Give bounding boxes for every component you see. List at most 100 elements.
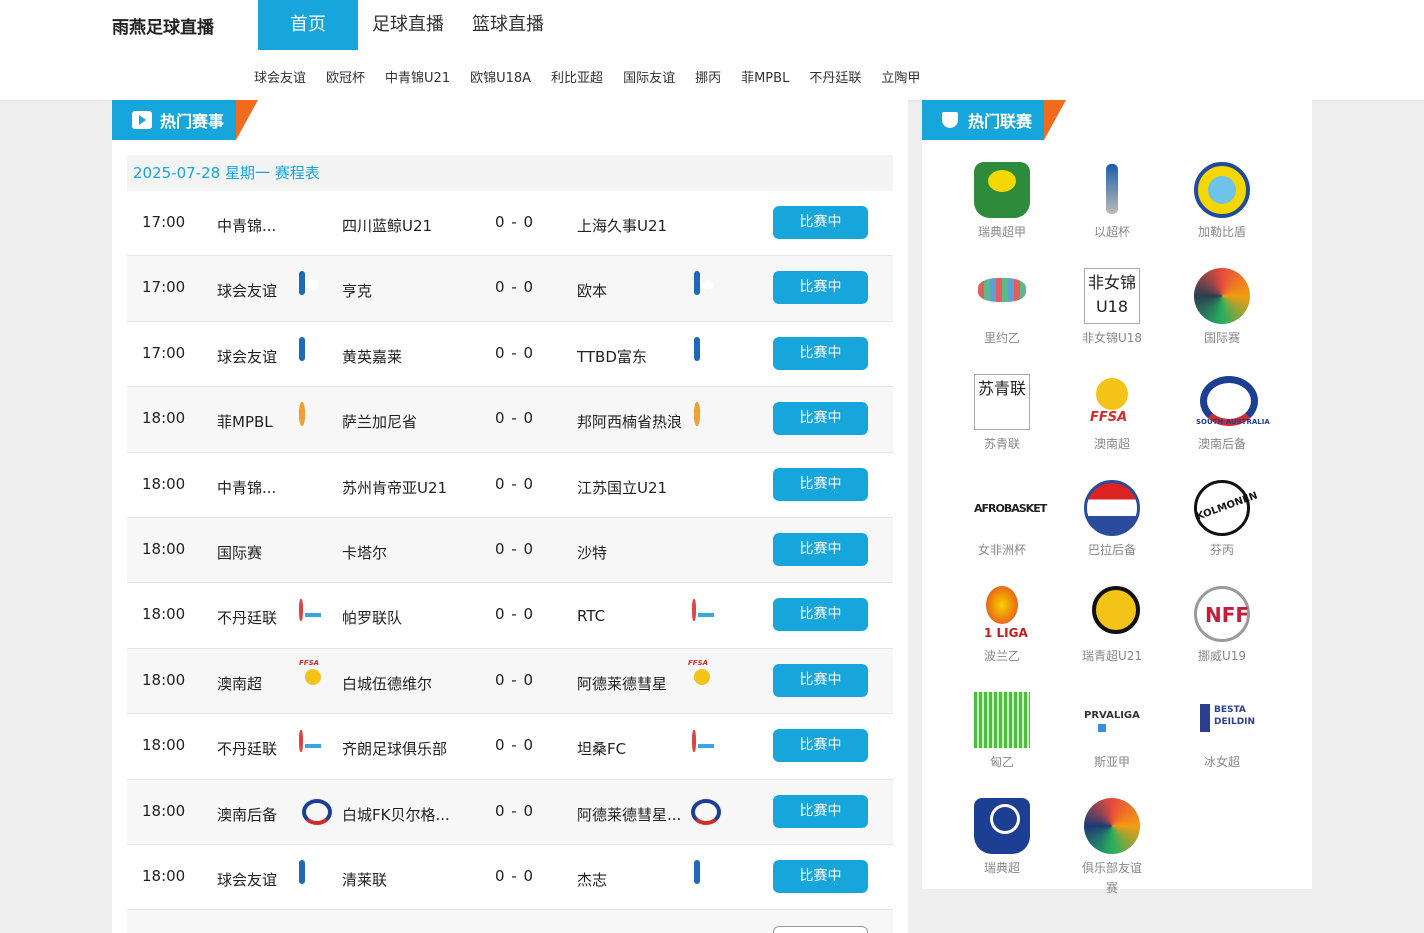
league-logo [974,586,1030,642]
match-status-button[interactable] [773,926,868,933]
league-logo [1084,374,1140,430]
match-league[interactable]: 不丹廷联 [217,607,297,628]
match-league[interactable]: 中青锦... [217,477,297,498]
match-league[interactable]: 球会友谊 [217,346,297,367]
league-item[interactable]: 以超杯 [1057,162,1167,242]
match-status-button[interactable]: 比赛中 [773,663,868,697]
match-league[interactable]: 球会友谊 [217,869,297,890]
match-status-button[interactable]: 比赛中 [773,402,868,436]
league-item[interactable]: 斯亚甲 [1057,692,1167,772]
league-item[interactable]: 挪威U19 [1167,586,1277,666]
away-team[interactable]: 杰志 [577,869,607,890]
away-team[interactable]: 上海久事U21 [577,215,667,236]
league-item[interactable]: 国际赛 [1167,268,1277,348]
match-status-button[interactable]: 比赛中 [773,336,868,370]
match-row[interactable]: 18:00 澳南后备 白城FK贝尔格... 0 - 0 阿德莱德彗星... 比赛中 [127,779,893,845]
home-team[interactable]: 萨兰加尼省 [342,411,417,432]
home-team[interactable]: 白城FK贝尔格... [342,804,450,825]
home-team[interactable]: 齐朗足球俱乐部 [342,738,447,759]
match-status-button[interactable]: 比赛中 [773,794,868,828]
league-item[interactable]: 澳南后备 [1167,374,1277,454]
match-time: 17:00 [142,213,186,231]
away-team[interactable]: TTBD富东 [577,346,647,367]
match-time: 18:00 [142,866,186,885]
away-team[interactable]: 邦阿西楠省热浪 [577,411,682,432]
match-status-button[interactable]: 比赛中 [773,859,868,893]
nav-home[interactable]: 首页 [258,0,358,50]
match-status-button[interactable]: 比赛中 [773,532,868,566]
match-row[interactable]: 18:00 澳南超 白城伍德维尔 0 - 0 阿德莱德彗星 比赛中 [127,648,893,715]
subnav-item[interactable]: 国际友谊 [623,67,675,86]
subnav-item[interactable]: 不丹廷联 [809,67,861,86]
league-item[interactable]: 瑞青超U21 [1057,586,1167,666]
subnav-item[interactable]: 欧锦U18A [470,67,531,86]
home-team[interactable]: 清莱联 [342,869,387,890]
match-status-button[interactable]: 比赛中 [773,598,868,632]
subnav-item[interactable]: 立陶甲 [881,67,920,86]
away-team[interactable]: 阿德莱德彗星... [577,804,681,825]
match-league[interactable]: 澳南超 [217,673,297,694]
home-team[interactable]: 卡塔尔 [342,542,387,563]
away-team[interactable]: 欧本 [577,280,607,301]
league-item[interactable]: 冰女超 [1167,692,1277,772]
league-item[interactable]: 里约乙 [947,268,1057,348]
home-team[interactable]: 苏州肯帝亚U21 [342,477,447,498]
match-row[interactable]: 18:00 不丹廷联 帕罗联队 0 - 0 RTC 比赛中 [127,583,893,649]
match-status-button[interactable]: 比赛中 [773,729,868,763]
match-time: 18:00 [142,801,186,820]
subnav-item[interactable]: 中青锦U21 [385,67,450,86]
match-row[interactable]: 18:00 国际赛 卡塔尔 0 - 0 沙特 比赛中 [127,517,893,584]
match-league[interactable]: 球会友谊 [217,280,297,301]
subnav-item[interactable]: 菲MPBL [741,67,789,86]
subnav-item[interactable]: 球会友谊 [254,67,306,86]
league-item[interactable]: 苏青联 苏青联 [947,374,1057,454]
league-item[interactable]: 加勒比盾 [1167,162,1277,242]
match-time: 18:00 [142,539,186,558]
site-logo[interactable]: 雨燕足球直播 [112,13,214,38]
away-team-logo [694,402,700,427]
home-team[interactable]: 白城伍德维尔 [342,673,432,694]
match-row[interactable]: 17:00 球会友谊 黄英嘉莱 0 - 0 TTBD富东 比赛中 [127,322,893,388]
match-row[interactable]: 17:00 中青锦... 四川蓝鲸U21 0 - 0 上海久事U21 比赛中 [127,191,893,257]
nav-football-live[interactable]: 足球直播 [358,0,458,50]
match-row[interactable]: 17:00 球会友谊 亨克 0 - 0 欧本 比赛中 [127,256,893,322]
match-row[interactable]: 18:00 中青锦... 苏州肯帝亚U21 0 - 0 江苏国立U21 比赛中 [127,453,893,518]
match-league[interactable]: 澳南后备 [217,804,297,825]
subnav-item[interactable]: 欧冠杯 [326,67,365,86]
nav-basketball-live[interactable]: 篮球直播 [458,0,558,50]
match-row[interactable]: 18:00 不丹廷联 齐朗足球俱乐部 0 - 0 坦桑FC 比赛中 [127,714,893,780]
match-score: 0 - 0 [495,343,535,362]
match-row[interactable]: 18:00 菲MPBL 萨兰加尼省 0 - 0 邦阿西楠省热浪 比赛中 [127,387,893,453]
league-item[interactable]: 波兰乙 [947,586,1057,666]
match-status-button[interactable]: 比赛中 [773,206,868,239]
home-team[interactable]: 亨克 [342,280,372,301]
league-name: 瑞青超U21 [1081,649,1143,663]
home-team[interactable]: 黄英嘉莱 [342,346,402,367]
match-row[interactable] [127,910,893,933]
match-league[interactable]: 国际赛 [217,542,297,563]
away-team[interactable]: RTC [577,607,605,625]
league-item[interactable]: 瑞典超 [947,798,1057,898]
match-league[interactable]: 菲MPBL [217,411,297,432]
away-team[interactable]: 阿德莱德彗星 [577,673,667,694]
league-item[interactable]: 芬丙 [1167,480,1277,560]
match-row[interactable]: 18:00 球会友谊 清莱联 0 - 0 杰志 比赛中 [127,845,893,911]
match-league[interactable]: 不丹廷联 [217,738,297,759]
away-team[interactable]: 沙特 [577,542,607,563]
match-status-button[interactable]: 比赛中 [773,467,868,501]
league-item[interactable]: 澳南超 [1057,374,1167,454]
league-item[interactable]: 俱乐部友谊赛 [1057,798,1167,898]
away-team[interactable]: 江苏国立U21 [577,477,667,498]
league-item[interactable]: 女非洲杯 [947,480,1057,560]
away-team[interactable]: 坦桑FC [577,738,626,759]
league-item[interactable]: 巴拉后备 [1057,480,1167,560]
match-status-button[interactable]: 比赛中 [773,271,868,305]
league-item[interactable]: 匈乙 [947,692,1057,772]
league-item[interactable]: 瑞典超甲 [947,162,1057,242]
subnav-item[interactable]: 挪丙 [695,67,721,86]
home-team[interactable]: 四川蓝鲸U21 [342,215,432,236]
home-team[interactable]: 帕罗联队 [342,607,402,628]
subnav-item[interactable]: 利比亚超 [551,67,603,86]
match-league[interactable]: 中青锦... [217,215,297,236]
league-item[interactable]: 非女锦U18 非女锦U18 [1057,268,1167,348]
